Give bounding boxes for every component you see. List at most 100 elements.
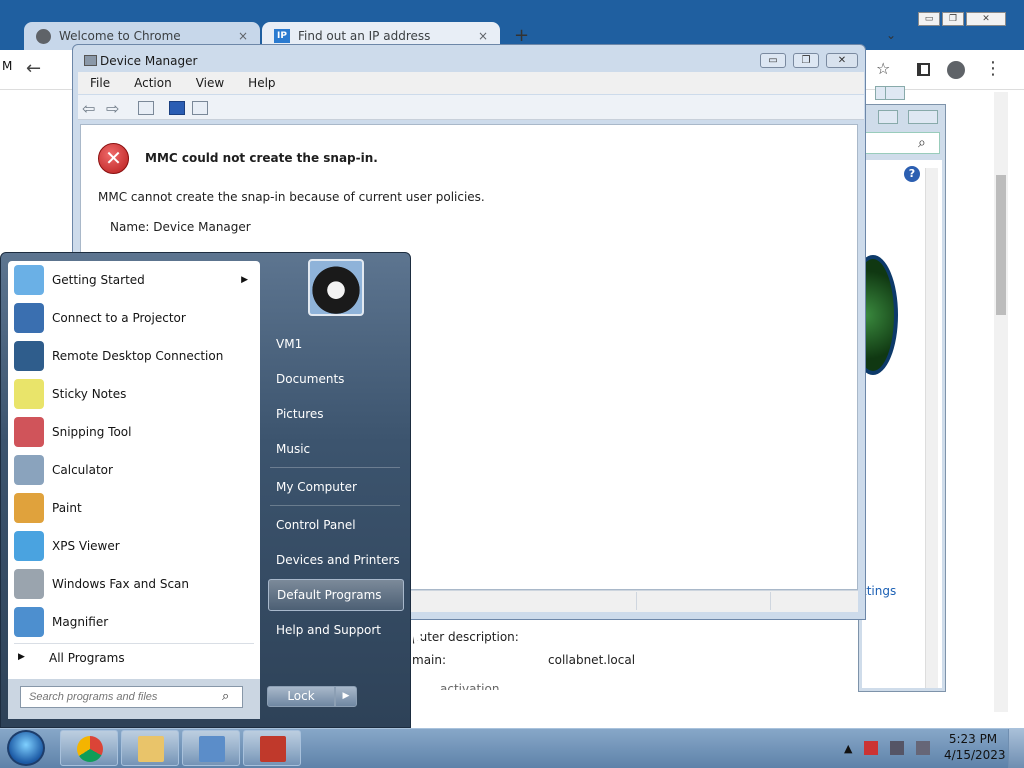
- taskbar-toolbox-button[interactable]: [243, 730, 301, 766]
- tab-close-icon[interactable]: ×: [238, 29, 248, 43]
- program-xps-viewer[interactable]: XPS Viewer: [8, 528, 260, 564]
- forward-icon[interactable]: ⇨: [106, 99, 119, 118]
- minimize-button[interactable]: ▭: [760, 53, 786, 68]
- settings-link[interactable]: ttings: [862, 584, 896, 598]
- show-desktop-button[interactable]: [1008, 729, 1024, 768]
- tab-title: Find out an IP address: [298, 29, 431, 43]
- program-label: Remote Desktop Connection: [52, 349, 224, 363]
- magnifier-icon: [14, 607, 44, 637]
- show-hide-tree-icon[interactable]: [138, 101, 154, 115]
- bookmark-star-icon[interactable]: ☆: [876, 59, 890, 78]
- chrome-scrollbar-thumb[interactable]: [996, 175, 1006, 315]
- partial-text: M: [2, 59, 13, 73]
- close-button[interactable]: ✕: [826, 53, 858, 68]
- chrome-minimize-button[interactable]: ▭: [918, 12, 940, 26]
- sticky-notes-icon: [14, 379, 44, 409]
- error-message: MMC cannot create the snap-in because of…: [98, 190, 485, 204]
- taskbar-explorer-button[interactable]: [121, 730, 179, 766]
- link-music[interactable]: Music: [268, 433, 404, 465]
- link-devices-and-printers[interactable]: Devices and Printers: [268, 544, 404, 576]
- control-panel-scrollbar[interactable]: [925, 168, 938, 688]
- all-programs-arrow-icon: ▶: [18, 652, 25, 662]
- volume-icon[interactable]: [916, 741, 931, 755]
- control-panel-search-input[interactable]: [862, 132, 940, 154]
- taskbar-chrome-button[interactable]: [60, 730, 118, 766]
- user-picture[interactable]: [308, 259, 364, 316]
- paint-icon: [14, 493, 44, 523]
- program-label: XPS Viewer: [52, 539, 120, 553]
- link-vm1[interactable]: VM1: [268, 328, 404, 360]
- lock-button[interactable]: Lock: [267, 686, 335, 707]
- taskbar-control-panel-button[interactable]: [182, 730, 240, 766]
- activation-text: activation: [440, 682, 500, 690]
- chrome-restore-button[interactable]: ❐: [942, 12, 964, 26]
- new-tab-button[interactable]: +: [514, 25, 529, 46]
- program-magnifier[interactable]: Magnifier: [8, 604, 260, 640]
- program-fax-and-scan[interactable]: Windows Fax and Scan: [8, 566, 260, 602]
- status-divider: [636, 592, 637, 610]
- menu-action[interactable]: Action: [122, 72, 184, 94]
- link-documents[interactable]: Documents: [268, 363, 404, 395]
- system-tray: ▲: [844, 733, 944, 763]
- link-pictures[interactable]: Pictures: [268, 398, 404, 430]
- chrome-icon: [77, 736, 103, 762]
- restore-button[interactable]: ❐: [793, 53, 819, 68]
- snipping-tool-icon: [14, 417, 44, 447]
- remote-desktop-icon: [14, 341, 44, 371]
- globe-icon: [36, 28, 51, 44]
- calculator-icon: [14, 455, 44, 485]
- link-control-panel[interactable]: Control Panel: [268, 509, 404, 541]
- start-button[interactable]: [7, 730, 45, 766]
- device-manager-icon: [84, 55, 97, 66]
- program-paint[interactable]: Paint: [8, 490, 260, 526]
- control-panel-icon: [199, 736, 225, 762]
- computer-description-label: puter description:: [412, 630, 519, 644]
- xps-viewer-icon: [14, 531, 44, 561]
- help-icon[interactable]: ?: [904, 166, 920, 182]
- search-programs-input[interactable]: [20, 686, 243, 708]
- back-arrow-icon[interactable]: ←: [26, 58, 41, 79]
- chrome-menu-icon[interactable]: ⋮: [984, 58, 1002, 79]
- clock-date: 4/15/2023: [944, 748, 1006, 762]
- flag-icon[interactable]: [864, 741, 879, 755]
- divider: [14, 643, 254, 644]
- program-snipping-tool[interactable]: Snipping Tool: [8, 414, 260, 450]
- program-label: Paint: [52, 501, 82, 515]
- profile-avatar-icon[interactable]: [947, 61, 965, 79]
- menu-help[interactable]: Help: [236, 72, 287, 94]
- program-getting-started[interactable]: Getting Started ▶: [8, 262, 260, 298]
- clock-time: 5:23 PM: [948, 732, 998, 746]
- search-icon: ⌕: [222, 689, 230, 704]
- menu-file[interactable]: File: [78, 72, 122, 94]
- link-help-and-support[interactable]: Help and Support: [268, 614, 404, 646]
- program-connect-to-projector[interactable]: Connect to a Projector: [8, 300, 260, 336]
- program-label: Snipping Tool: [52, 425, 132, 439]
- cp-window-close-button[interactable]: [908, 110, 938, 124]
- properties-icon[interactable]: [192, 101, 208, 115]
- menu-view[interactable]: View: [184, 72, 236, 94]
- tab-close-icon[interactable]: ×: [478, 29, 488, 43]
- program-remote-desktop[interactable]: Remote Desktop Connection: [8, 338, 260, 374]
- tab-search-dropdown-icon[interactable]: ⌄: [886, 28, 896, 42]
- program-sticky-notes[interactable]: Sticky Notes: [8, 376, 260, 412]
- back-icon[interactable]: ⇦: [82, 99, 95, 118]
- shutdown-options-button[interactable]: ▶: [335, 686, 357, 707]
- side-panel-icon[interactable]: [917, 63, 930, 76]
- toolbox-icon: [260, 736, 286, 762]
- all-programs-button[interactable]: All Programs: [49, 651, 125, 665]
- search-icon[interactable]: ⌕: [918, 135, 926, 151]
- cp-window-restore-button[interactable]: [878, 110, 898, 124]
- link-default-programs[interactable]: Default Programs: [268, 579, 404, 611]
- status-divider: [770, 592, 771, 610]
- domain-label: main:: [412, 653, 447, 667]
- help-icon[interactable]: [169, 101, 185, 115]
- sys-window-close-button[interactable]: [885, 86, 905, 100]
- show-hidden-icons-icon[interactable]: ▲: [844, 742, 852, 755]
- link-my-computer[interactable]: My Computer: [268, 471, 404, 503]
- program-calculator[interactable]: Calculator: [8, 452, 260, 488]
- program-label: Magnifier: [52, 615, 109, 629]
- program-label: Sticky Notes: [52, 387, 127, 401]
- network-icon[interactable]: [890, 741, 905, 755]
- clock[interactable]: 5:23 PM 4/15/2023: [944, 731, 1006, 763]
- chrome-close-button[interactable]: ✕: [966, 12, 1006, 26]
